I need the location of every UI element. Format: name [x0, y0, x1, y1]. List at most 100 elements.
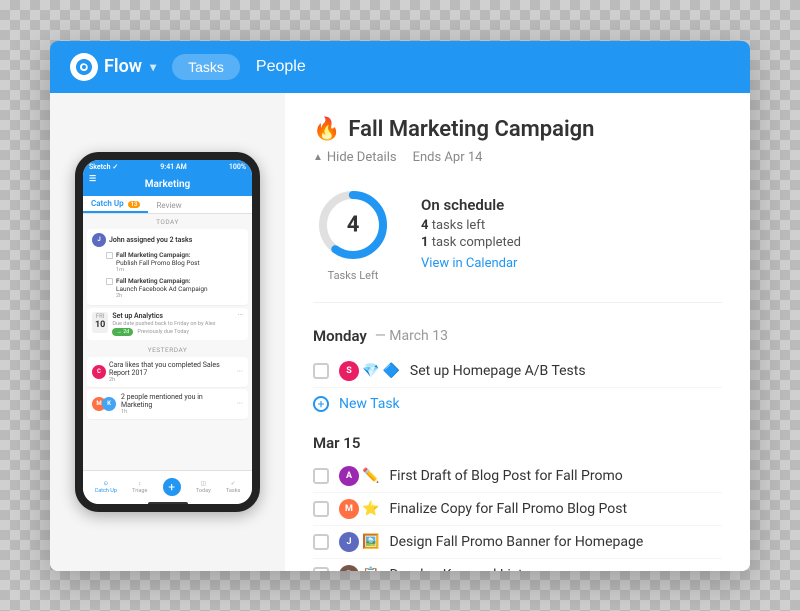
phone-battery: 100% [229, 163, 246, 171]
phone-status-bar: Sketch ✓ 9:41 AM 100% [83, 160, 252, 174]
monday-header: Monday — March 13 [313, 327, 722, 345]
fri-badge: → 2d [112, 328, 133, 336]
tag-book: 📋 [362, 567, 379, 571]
avatar-pink: S [339, 361, 359, 381]
task2-title: Fall Marketing Campaign: [116, 277, 208, 285]
stats-row: 4 Tasks Left On schedule 4 tasks left 1 … [313, 185, 722, 303]
tag-pencil: ✏️ [362, 468, 379, 484]
phone-home-indicator [148, 502, 188, 506]
task2-time: 2h [116, 293, 208, 299]
project-header: 🔥 Fall Marketing Campaign [313, 117, 722, 142]
tag-gem: 🔷 [382, 363, 399, 379]
phone-area: Sketch ✓ 9:41 AM 100% ☰ Marketing Catch … [50, 93, 285, 571]
phone-notif-cara[interactable]: C Cara likes that you completed Sales Re… [87, 357, 248, 388]
hide-details-arrow: ▲ [313, 152, 323, 163]
mar15-task2-checkbox[interactable] [313, 501, 329, 517]
donut-center: 4 [347, 212, 360, 237]
phone-fri-item[interactable]: FRI 10 Set up Analytics ··· Due date pus… [87, 308, 248, 340]
avatar-purple: A [339, 466, 359, 486]
mar15-task4-name: Develop Keyword List [389, 567, 722, 571]
phone-add-button[interactable]: + [163, 478, 181, 496]
mar15-task1-name: First Draft of Blog Post for Fall Promo [389, 468, 722, 484]
phone-bottom-today[interactable]: ◫ Today [196, 481, 211, 494]
task-row-mar15-1: A ✏️ First Draft of Blog Post for Fall P… [313, 460, 722, 493]
monday-label: Monday [313, 327, 367, 345]
cara-avatar: C [92, 365, 106, 379]
task2-sub: Launch Facebook Ad Campaign [116, 285, 208, 293]
phone-tab-catchup[interactable]: Catch Up 13 [83, 199, 148, 213]
avatar-orange: M [339, 499, 359, 519]
stats-status: On schedule [421, 196, 521, 214]
mention-text: 2 people mentioned you in Marketing [121, 393, 234, 409]
fri-date-badge: FRI 10 [92, 312, 108, 333]
catchup-badge: 13 [128, 201, 141, 208]
task1-checkbox[interactable] [106, 252, 113, 259]
nav-logo[interactable]: Flow ▾ [70, 53, 156, 81]
mar15-task2-avatars: M ⭐ [339, 499, 379, 519]
task1-title: Fall Marketing Campaign: [116, 251, 200, 259]
phone-screen: Sketch ✓ 9:41 AM 100% ☰ Marketing Catch … [83, 160, 252, 504]
phone-mockup: Sketch ✓ 9:41 AM 100% ☰ Marketing Catch … [75, 152, 260, 512]
phone-section-today: TODAY [83, 214, 252, 228]
task-row-mar15-4: R 📋 Develop Keyword List [313, 559, 722, 571]
flow-logo-icon [70, 53, 98, 81]
flow-dropdown-arrow[interactable]: ▾ [150, 60, 156, 74]
monday-date: — March 13 [375, 328, 448, 344]
mention-time: 1h [121, 409, 234, 415]
phone-notif-john[interactable]: J John assigned you 2 tasks Fall Marketi… [87, 229, 248, 306]
project-meta: ▲ Hide Details Ends Apr 14 [313, 150, 722, 165]
mar15-task4-checkbox[interactable] [313, 567, 329, 571]
tag-image: 🖼️ [362, 534, 379, 550]
new-task-row[interactable]: + New Task [313, 388, 722, 420]
phone-tab-review[interactable]: Review [148, 201, 189, 213]
mention-avatar2: K [102, 397, 116, 411]
avatar-indigo: J [339, 532, 359, 552]
task1-time: 1m [116, 267, 200, 273]
fri-date-num: 10 [95, 320, 105, 332]
mar15-task3-checkbox[interactable] [313, 534, 329, 550]
fri-task-name: Set up Analytics [112, 312, 163, 320]
monday-task1-avatars: S 💎 🔷 [339, 361, 400, 381]
phone-wifi: Sketch ✓ [89, 163, 118, 171]
stats-tasks-remaining: 4 tasks left [421, 218, 521, 233]
phone-section-yesterday: YESTERDAY [83, 342, 252, 356]
phone-tabs: Catch Up 13 Review [83, 196, 252, 214]
fri-day: FRI [96, 313, 105, 320]
project-title: Fall Marketing Campaign [348, 117, 594, 142]
new-task-plus[interactable]: + [313, 396, 329, 412]
monday-task1-checkbox[interactable] [313, 363, 329, 379]
flow-title: Flow [104, 56, 142, 77]
donut-chart-wrapper: 4 Tasks Left [313, 185, 393, 282]
project-icon: 🔥 [313, 117, 340, 142]
donut-chart: 4 [313, 185, 393, 265]
view-calendar-link[interactable]: View in Calendar [421, 256, 517, 271]
tag-star: ⭐ [362, 501, 379, 517]
mar15-task4-avatars: R 📋 [339, 565, 379, 571]
stats-tasks-completed: 1 task completed [421, 235, 521, 250]
ends-item: Ends Apr 14 [413, 150, 483, 165]
hide-details-item[interactable]: ▲ Hide Details [313, 150, 397, 165]
monday-task1-name: Set up Homepage A/B Tests [410, 363, 722, 379]
phone-notif-mention[interactable]: M K 2 people mentioned you in Marketing … [87, 389, 248, 420]
right-panel: 🔥 Fall Marketing Campaign ▲ Hide Details… [285, 93, 750, 571]
mar15-task1-checkbox[interactable] [313, 468, 329, 484]
top-nav: Flow ▾ Tasks People [50, 41, 750, 93]
task-row-mar15-3: J 🖼️ Design Fall Promo Banner for Homepa… [313, 526, 722, 559]
stats-text: On schedule 4 tasks left 1 task complete… [421, 196, 521, 271]
mar15-task3-avatars: J 🖼️ [339, 532, 379, 552]
mar15-task2-name: Finalize Copy for Fall Promo Blog Post [389, 501, 722, 517]
avatar-brown: R [339, 565, 359, 571]
ends-label: Ends Apr 14 [413, 150, 483, 165]
phone-nav: ☰ Marketing [83, 174, 252, 196]
people-nav-button[interactable]: People [256, 58, 306, 76]
task-row-monday-1: S 💎 🔷 Set up Homepage A/B Tests [313, 355, 722, 388]
tasks-nav-button[interactable]: Tasks [172, 54, 240, 80]
phone-bottom-tasks[interactable]: ✓ Tasks [226, 481, 240, 494]
task2-checkbox[interactable] [106, 278, 113, 285]
phone-bottom-triage[interactable]: ↕ Triage [132, 481, 147, 494]
fri-desc: Due date pushed back to Friday on by Ale… [112, 321, 243, 327]
phone-bottom-catchup[interactable]: ⊙ Catch Up [95, 481, 117, 494]
john-notif-text: John assigned you 2 tasks [109, 236, 192, 244]
cara-notif-text: Cara likes that you completed Sales Repo… [109, 361, 234, 377]
mar15-task1-avatars: A ✏️ [339, 466, 379, 486]
